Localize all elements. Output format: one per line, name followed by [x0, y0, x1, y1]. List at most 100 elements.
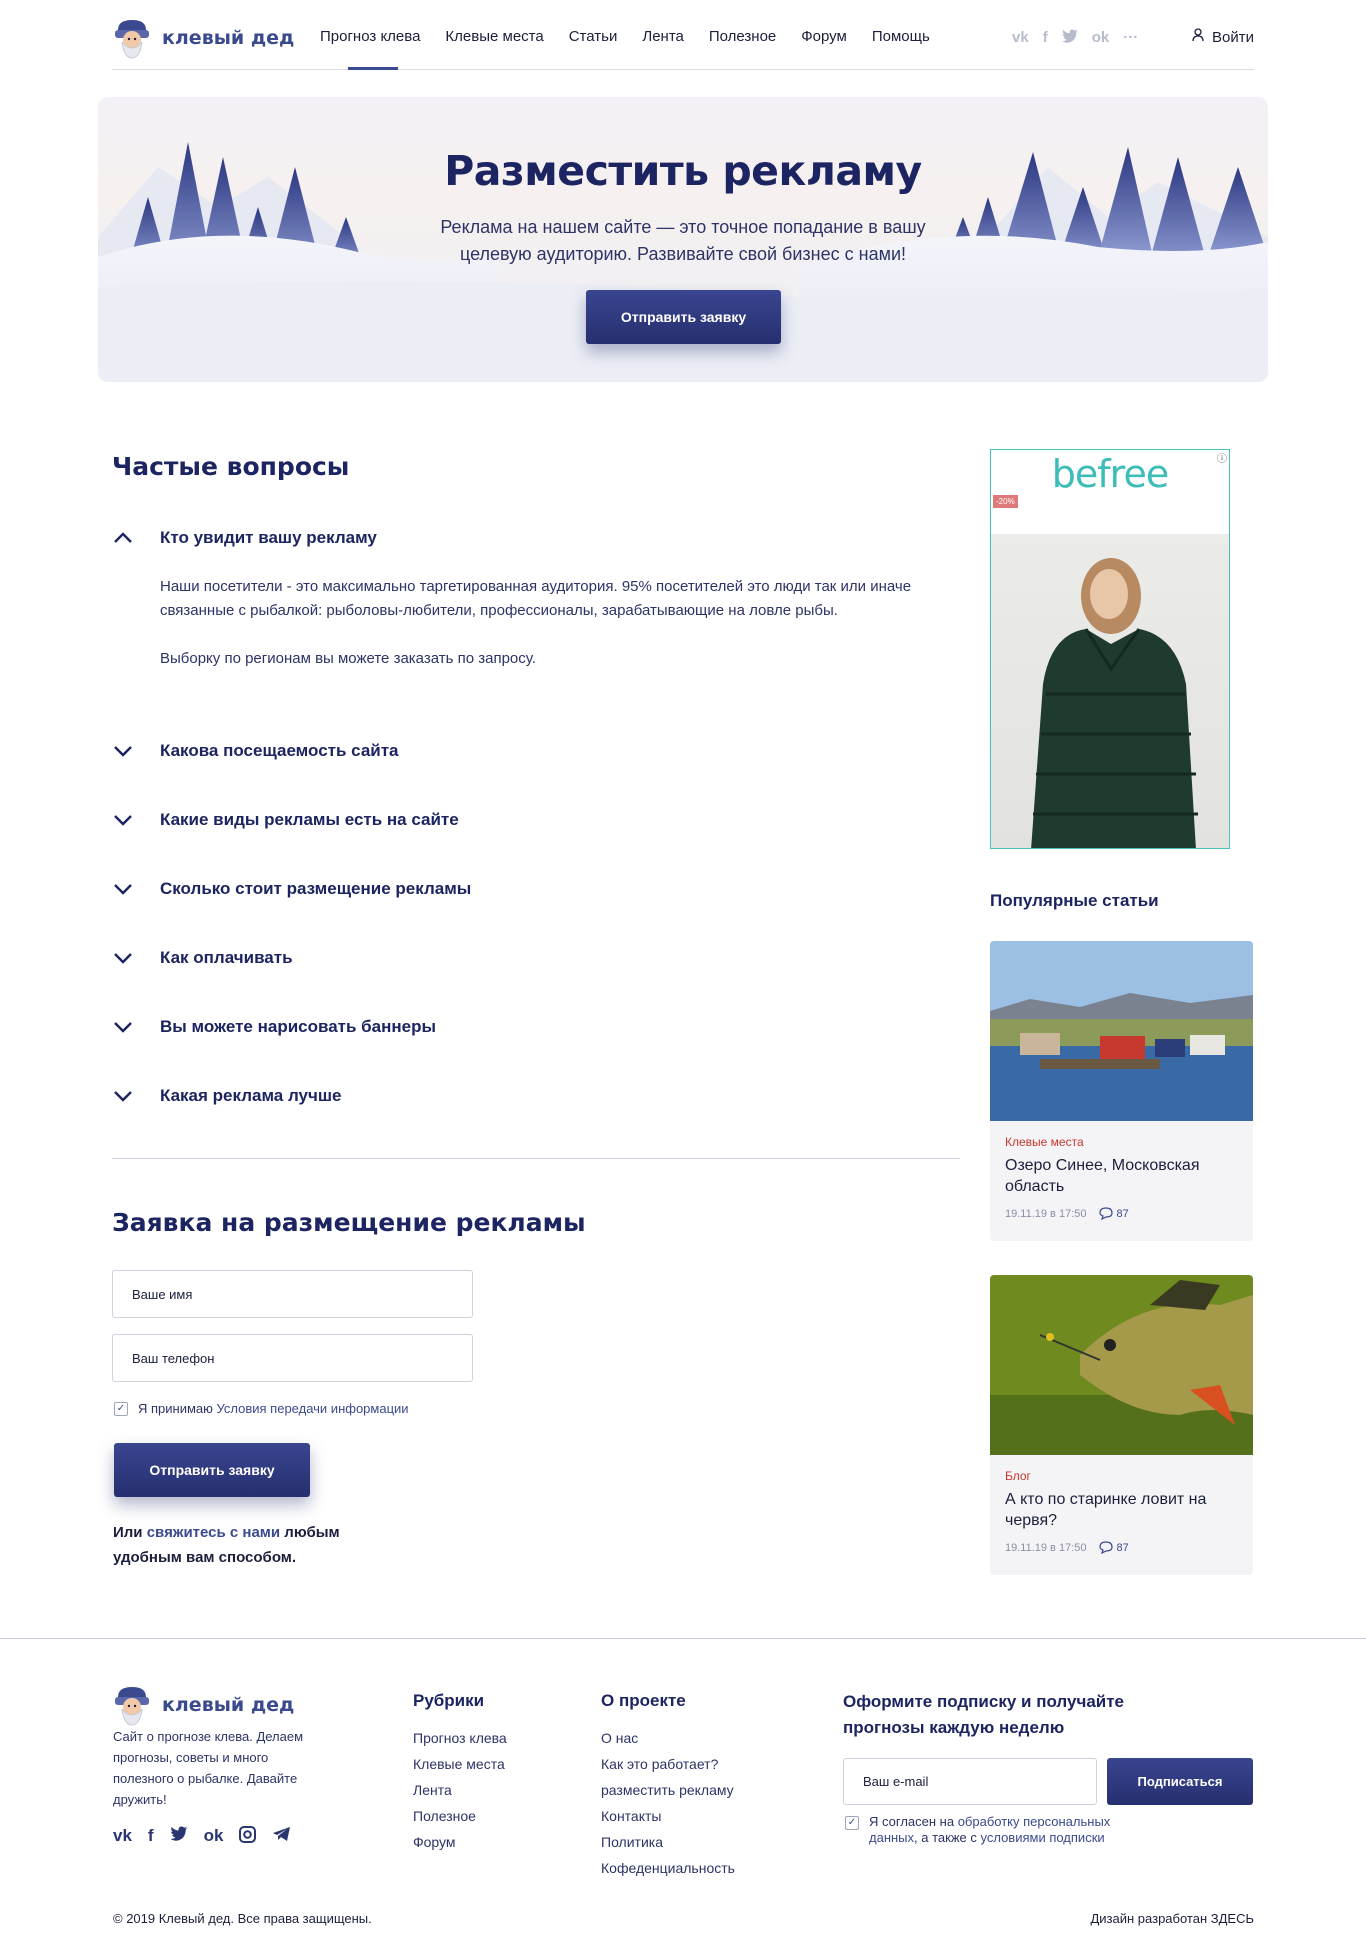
faq-item-ad-types[interactable]: Какие виды рекламы есть на сайте	[112, 805, 459, 835]
telegram-icon[interactable]	[272, 1826, 291, 1848]
section-divider	[112, 1158, 960, 1159]
logo[interactable]: клевый дед	[112, 16, 294, 60]
faq-item-best-ad[interactable]: Какая реклама лучше	[112, 1081, 342, 1111]
subscribe-consent: ✓ Я согласен на обработку персональных д…	[845, 1814, 1155, 1846]
chevron-up-icon	[114, 532, 132, 543]
footer-link[interactable]: разместить рекламу	[601, 1777, 735, 1803]
subscribe-consent-text: Я согласен на обработку персональных дан…	[869, 1814, 1155, 1846]
article-category[interactable]: Клевые места	[1005, 1135, 1253, 1149]
chevron-down-icon	[114, 953, 132, 964]
nav-item-articles[interactable]: Статьи	[569, 28, 618, 70]
article-card[interactable]: Клевые места Озеро Синее, Московская обл…	[990, 941, 1253, 1241]
more-icon[interactable]: ···	[1123, 29, 1138, 47]
article-image-lake	[990, 941, 1253, 1121]
header-socials: vk f ok ···	[1012, 29, 1138, 47]
faq-title: Частые вопросы	[112, 452, 350, 481]
consent-checkbox[interactable]: ✓	[114, 1401, 128, 1416]
nav-item-forecast[interactable]: Прогноз клева	[320, 28, 420, 70]
ad-brand: befree	[1051, 452, 1169, 496]
footer-link[interactable]: Политика	[601, 1829, 735, 1855]
login-label: Войти	[1212, 28, 1254, 46]
comment-icon	[1098, 1541, 1113, 1554]
consent-text: Я принимаю	[138, 1401, 217, 1416]
contact-note: Или свяжитесь с нами любым удобным вам с…	[113, 1520, 373, 1570]
article-card[interactable]: Блог А кто по старинке ловит на червя? 1…	[990, 1275, 1253, 1575]
consent-terms-link[interactable]: Условия передачи информации	[217, 1401, 409, 1416]
contact-note-prefix: Или	[113, 1524, 147, 1541]
footer-link[interactable]: Клевые места	[413, 1751, 507, 1777]
faq-question: Как оплачивать	[160, 948, 293, 967]
faq-answer: Наши посетители - это максимально таргет…	[160, 575, 920, 671]
article-comments[interactable]: 87	[1098, 1207, 1129, 1220]
advertisement-banner[interactable]: befree ⓘ -20%	[990, 449, 1230, 849]
footer-rubrics: Рубрики Прогноз клева Клевые места Лента…	[413, 1691, 507, 1855]
twitter-icon[interactable]	[170, 1826, 188, 1848]
ad-info-icon[interactable]: ⓘ	[1217, 450, 1227, 465]
faq-question: Сколько стоит размещение рекламы	[160, 879, 472, 898]
article-title[interactable]: Озеро Синее, Московская область	[1005, 1155, 1238, 1197]
article-category[interactable]: Блог	[1005, 1469, 1253, 1483]
faq-item-price[interactable]: Сколько стоит размещение рекламы	[112, 874, 471, 904]
odnoklassniki-icon[interactable]: ok	[204, 1826, 224, 1848]
footer-link[interactable]: Полезное	[413, 1803, 507, 1829]
footer-link[interactable]: Как это работает?	[601, 1751, 735, 1777]
hero-submit-button[interactable]: Отправить заявку	[586, 290, 781, 344]
footer-about: О проекте О нас Как это работает? размес…	[601, 1691, 735, 1881]
hero-title: Разместить рекламу	[444, 147, 922, 195]
grandpa-logo-icon	[112, 16, 152, 60]
nav-item-forum[interactable]: Форум	[801, 28, 847, 70]
footer-link[interactable]: Кофеденциальность	[601, 1855, 735, 1881]
footer-link[interactable]: О нас	[601, 1725, 735, 1751]
nav-item-useful[interactable]: Полезное	[709, 28, 776, 70]
consent-mid: , а также с	[914, 1830, 981, 1845]
comment-icon	[1098, 1207, 1113, 1220]
footer-link[interactable]: Контакты	[601, 1803, 735, 1829]
footer-link[interactable]: Прогноз клева	[413, 1725, 507, 1751]
login-link[interactable]: Войти	[1192, 28, 1254, 46]
form-submit-button[interactable]: Отправить заявку	[114, 1443, 310, 1497]
article-date: 19.11.19 в 17:50	[1005, 1207, 1087, 1220]
facebook-icon[interactable]: f	[148, 1826, 154, 1848]
logo-text: клевый дед	[162, 27, 295, 49]
phone-input[interactable]: Ваш телефон	[112, 1334, 473, 1382]
faq-question: Какова посещаемость сайта	[160, 741, 399, 760]
consent-prefix: Я согласен на	[869, 1814, 958, 1829]
footer-about-title: О проекте	[601, 1691, 686, 1710]
footer-link[interactable]: Форум	[413, 1829, 507, 1855]
faq-answer-paragraph: Наши посетители - это максимально таргет…	[160, 578, 912, 619]
footer-divider	[0, 1638, 1366, 1639]
main-nav: Прогноз клева Клевые места Статьи Лента …	[320, 28, 955, 70]
user-icon	[1192, 28, 1204, 46]
nav-item-places[interactable]: Клевые места	[445, 28, 543, 70]
footer-link[interactable]: Лента	[413, 1777, 507, 1803]
subscribe-button[interactable]: Подписаться	[1107, 1758, 1253, 1805]
faq-question: Вы можете нарисовать баннеры	[160, 1017, 437, 1036]
subscription-terms-link[interactable]: условиями подписки	[980, 1830, 1104, 1845]
comment-count: 87	[1116, 1207, 1129, 1220]
subscribe-consent-checkbox[interactable]: ✓	[845, 1816, 859, 1830]
article-comments[interactable]: 87	[1098, 1541, 1129, 1554]
faq-item-audience[interactable]: Кто увидит вашу рекламу	[112, 523, 377, 553]
facebook-icon[interactable]: f	[1043, 29, 1048, 47]
twitter-icon[interactable]	[1061, 29, 1078, 47]
article-title[interactable]: А кто по старинке ловит на червя?	[1005, 1489, 1238, 1531]
vk-icon[interactable]: vk	[113, 1826, 132, 1848]
email-input[interactable]: Ваш e-mail	[843, 1758, 1097, 1805]
designed-by-link[interactable]: Дизайн разработан ЗДЕСЬ	[1090, 1911, 1254, 1926]
chevron-down-icon	[114, 884, 132, 895]
ad-model-photo	[991, 534, 1229, 848]
faq-item-traffic[interactable]: Какова посещаемость сайта	[112, 736, 399, 766]
faq-item-banners[interactable]: Вы можете нарисовать баннеры	[112, 1012, 436, 1042]
hero-banner: Разместить рекламу Реклама на нашем сайт…	[98, 97, 1268, 382]
instagram-icon[interactable]	[239, 1826, 257, 1848]
faq-question: Какая реклама лучше	[160, 1086, 342, 1105]
odnoklassniki-icon[interactable]: ok	[1092, 29, 1110, 47]
name-input[interactable]: Ваше имя	[112, 1270, 473, 1318]
contact-us-link[interactable]: свяжитесь с нами	[147, 1524, 280, 1541]
vk-icon[interactable]: vk	[1012, 29, 1029, 47]
faq-item-payment[interactable]: Как оплачивать	[112, 943, 293, 973]
grandpa-logo-icon	[112, 1683, 152, 1727]
nav-item-feed[interactable]: Лента	[642, 28, 684, 70]
nav-item-help[interactable]: Помощь	[872, 28, 930, 70]
footer-logo[interactable]: клевый дед	[112, 1683, 294, 1727]
